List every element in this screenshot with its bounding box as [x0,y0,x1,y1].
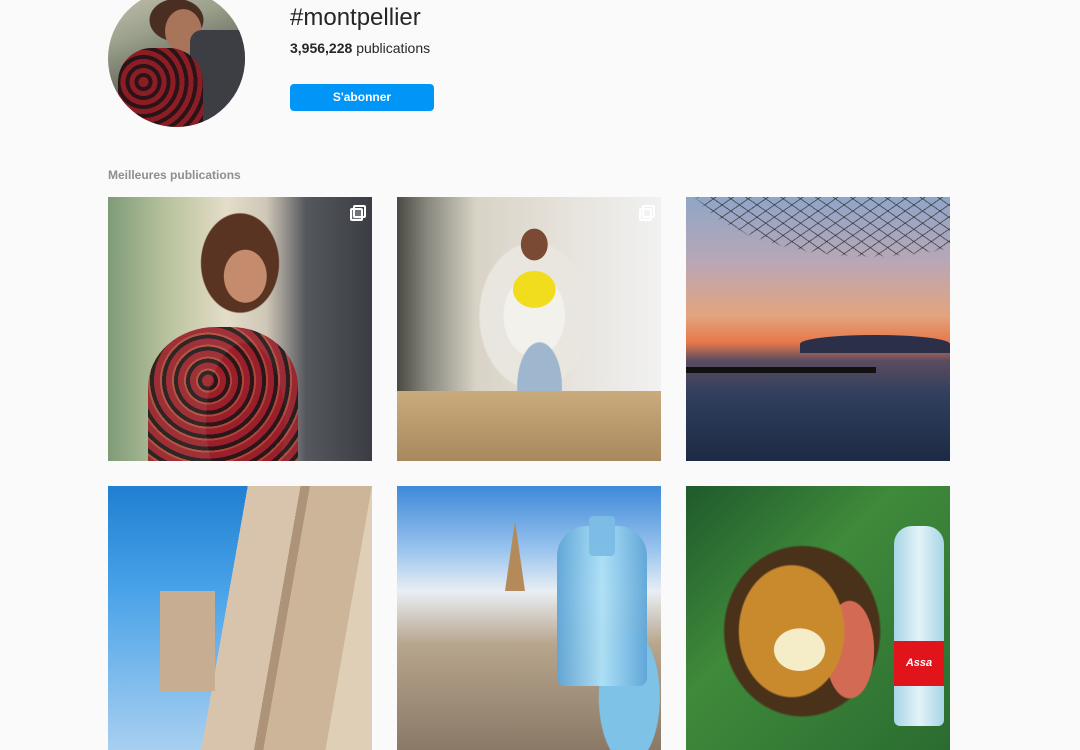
post-2-floor [397,391,661,461]
post-thumbnail-4[interactable] [108,486,372,750]
post-5-church-spire [505,521,525,591]
post-thumbnail-6[interactable]: Assa [686,486,950,750]
carousel-icon [639,205,655,221]
post-thumbnail-2[interactable] [397,197,661,461]
post-5-bottle [557,516,647,686]
post-5-bottle-neck [589,516,615,556]
post-3-fishing-net [686,197,950,461]
top-posts-label: Meilleures publications [108,168,241,182]
post-6-bottle-label: Assa [894,641,944,686]
post-thumbnail-5[interactable] [397,486,661,750]
follow-button[interactable]: S'abonner [290,84,434,111]
hashtag-avatar [108,0,245,127]
publication-count: 3,956,228 publications [290,40,430,56]
hashtag-title: #montpellier [290,4,421,31]
post-thumbnail-3[interactable] [686,197,950,461]
post-4-building [160,591,215,691]
publication-count-label: publications [356,40,431,56]
post-thumbnail-1[interactable] [108,197,372,461]
post-1-dress [148,327,298,461]
carousel-icon [350,205,366,221]
publication-count-number: 3,956,228 [290,40,353,56]
avatar-dress [118,48,203,127]
post-6-water-bottle: Assa [894,526,944,726]
